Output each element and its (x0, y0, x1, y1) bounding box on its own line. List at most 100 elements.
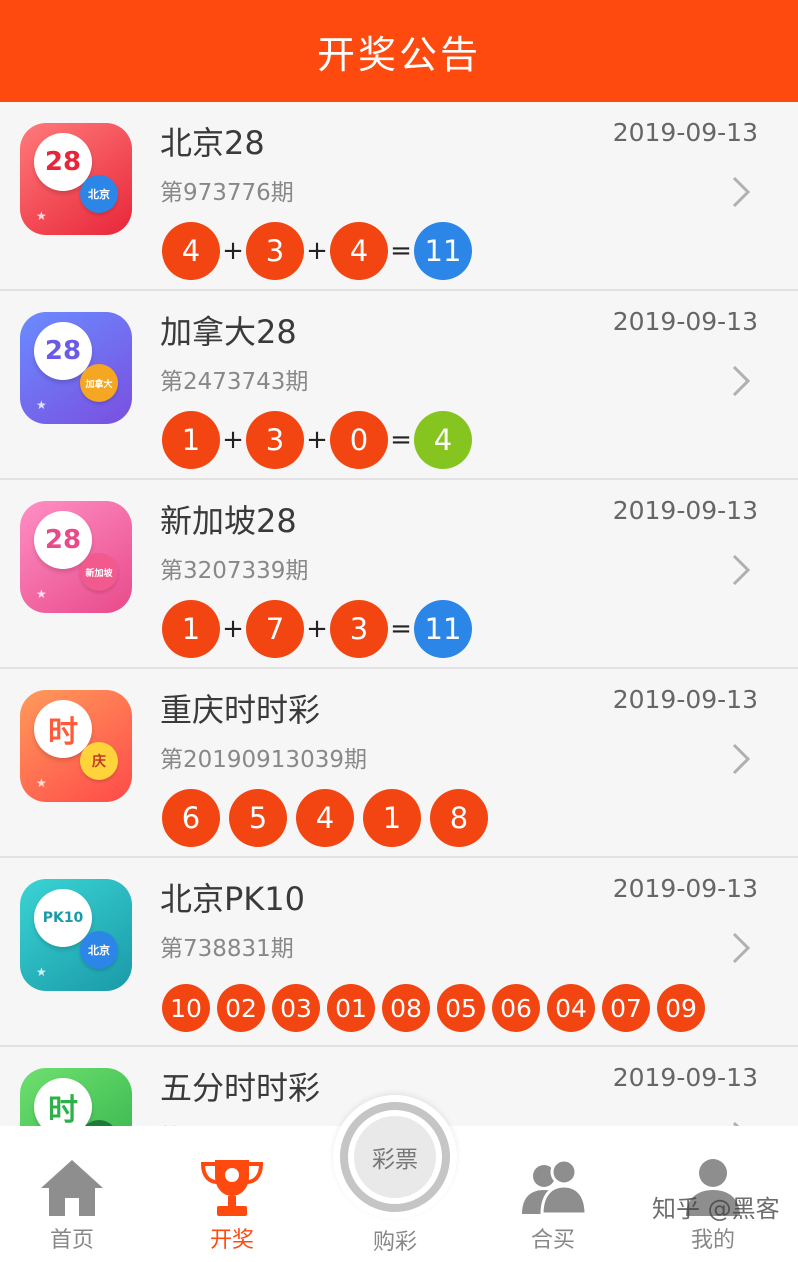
five-minute-ssc-icon: 时 五 (20, 1068, 132, 1126)
sum-ball: 11 (414, 600, 472, 658)
result-balls: 10 02 03 01 08 05 06 04 07 09 (162, 984, 712, 1032)
tab-label-buy[interactable]: 购彩 (333, 1224, 457, 1256)
result-ball: 1 (162, 600, 220, 658)
star-icon: ★ (36, 776, 47, 790)
star-icon: ★ (36, 209, 47, 223)
sum-ball: 11 (414, 222, 472, 280)
chevron-right-icon[interactable] (726, 174, 754, 210)
issue-number: 第973776期 (160, 180, 294, 206)
issue-number: 第20190913039期 (160, 747, 367, 773)
lottery-name: 新加坡28 (160, 502, 297, 540)
home-icon (41, 1160, 103, 1216)
operator: + (222, 425, 244, 455)
singapore28-icon: 28 新加坡 ★ (20, 501, 132, 613)
result-ball: 1 (363, 789, 421, 847)
result-ball: 6 (162, 789, 220, 847)
result-ball: 04 (547, 984, 595, 1032)
sum-ball: 4 (414, 411, 472, 469)
tab-label: 开奖 (209, 1228, 254, 1253)
result-ball: 08 (382, 984, 430, 1032)
result-ball: 01 (327, 984, 375, 1032)
lottery-name: 重庆时时彩 (160, 691, 321, 729)
tab-label: 首页 (49, 1228, 94, 1253)
chevron-right-icon[interactable] (726, 741, 754, 777)
page-title: 开奖公告 (316, 32, 481, 77)
chevron-right-icon[interactable] (726, 363, 754, 399)
lottery-row-beijing-pk10[interactable]: PK10 北京 ★ 北京PK10 第738831期 2019-09-13 10 … (0, 858, 798, 1047)
operator: = (390, 614, 412, 644)
lottery-row-beijing28[interactable]: 28 北京 ★ 北京28 第973776期 2019-09-13 4 + 3 +… (0, 102, 798, 291)
star-icon: ★ (36, 965, 47, 979)
draw-date: 2019-09-13 (612, 496, 758, 525)
result-balls: 1 + 3 + 0 = 4 (162, 411, 472, 469)
issue-number: 第3207339期 (160, 558, 309, 584)
header-bar: 开奖公告 (0, 0, 798, 102)
star-icon: ★ (36, 587, 47, 601)
lottery-row-canada28[interactable]: 28 加拿大 ★ 加拿大28 第2473743期 2019-09-13 1 + … (0, 291, 798, 480)
result-ball: 06 (492, 984, 540, 1032)
lottery-name: 加拿大28 (160, 313, 297, 351)
beijing-pk10-icon: PK10 北京 ★ (20, 879, 132, 991)
draw-date: 2019-09-13 (612, 685, 758, 714)
operator: + (306, 236, 328, 266)
trophy-icon (200, 1160, 264, 1216)
draw-date: 2019-09-13 (612, 874, 758, 903)
result-ball: 07 (602, 984, 650, 1032)
issue-number: 第2473743期 (160, 369, 309, 395)
result-ball: 10 (162, 984, 210, 1032)
result-ball: 3 (246, 222, 304, 280)
chevron-right-icon[interactable] (726, 552, 754, 588)
tab-group-buy[interactable]: 合买 (493, 1126, 613, 1262)
result-ball: 8 (430, 789, 488, 847)
draw-date: 2019-09-13 (612, 307, 758, 336)
operator: + (222, 236, 244, 266)
watermark: 知乎 @黑客 (652, 1195, 780, 1223)
beijing28-icon: 28 北京 ★ (20, 123, 132, 235)
tab-label: 我的 (690, 1228, 735, 1253)
lottery-name: 北京28 (160, 124, 265, 162)
chevron-right-icon[interactable] (726, 930, 754, 966)
star-icon: ★ (36, 398, 47, 412)
lottery-ticket-icon: 彩票 (340, 1102, 450, 1212)
icon-small-ball: 北京 (80, 931, 118, 969)
tab-draw-results[interactable]: 开奖 (172, 1126, 292, 1262)
result-ball: 7 (246, 600, 304, 658)
issue-number: 第738831期 (160, 936, 294, 962)
lottery-row-chongqing-ssc[interactable]: 时 庆 ★ 重庆时时彩 第20190913039期 2019-09-13 6 5… (0, 669, 798, 858)
issue-number: 第20190913 (160, 1118, 300, 1126)
result-ball: 4 (330, 222, 388, 280)
result-ball: 3 (246, 411, 304, 469)
result-ball: 5 (229, 789, 287, 847)
operator: = (390, 425, 412, 455)
lottery-name: 五分时时彩 (160, 1069, 321, 1107)
operator: + (222, 614, 244, 644)
result-ball: 4 (162, 222, 220, 280)
buy-lottery-button[interactable]: 彩票 (333, 1095, 457, 1219)
result-balls: 6 5 4 1 8 (162, 789, 497, 847)
center-button-text: 彩票 (354, 1116, 436, 1198)
draw-date: 2019-09-13 (612, 1063, 758, 1092)
lottery-results-list[interactable]: 28 北京 ★ 北京28 第973776期 2019-09-13 4 + 3 +… (0, 102, 798, 1126)
draw-date: 2019-09-13 (612, 118, 758, 147)
chevron-right-icon[interactable] (726, 1119, 754, 1126)
lottery-name: 北京PK10 (160, 880, 306, 918)
operator: + (306, 425, 328, 455)
lottery-row-singapore28[interactable]: 28 新加坡 ★ 新加坡28 第3207339期 2019-09-13 1 + … (0, 480, 798, 669)
chongqing-ssc-icon: 时 庆 ★ (20, 690, 132, 802)
result-ball: 1 (162, 411, 220, 469)
tab-home[interactable]: 首页 (12, 1126, 132, 1262)
result-ball: 0 (330, 411, 388, 469)
icon-big-ball: 时 (34, 1078, 92, 1126)
tab-label: 合买 (530, 1228, 575, 1253)
canada28-icon: 28 加拿大 ★ (20, 312, 132, 424)
result-ball: 02 (217, 984, 265, 1032)
result-ball: 4 (296, 789, 354, 847)
icon-small-ball: 庆 (80, 742, 118, 780)
result-balls: 4 + 3 + 4 = 11 (162, 222, 472, 280)
icon-small-ball: 加拿大 (80, 364, 118, 402)
group-icon (522, 1158, 588, 1216)
result-ball: 05 (437, 984, 485, 1032)
operator: + (306, 614, 328, 644)
result-balls: 1 + 7 + 3 = 11 (162, 600, 472, 658)
result-ball: 03 (272, 984, 320, 1032)
